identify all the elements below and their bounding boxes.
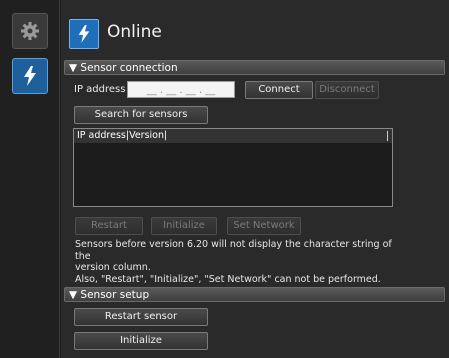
header-lightning-icon xyxy=(69,19,99,49)
ip-address-label: IP address xyxy=(74,84,126,95)
version-note-line-2: version column. xyxy=(75,262,151,273)
settings-button[interactable] xyxy=(12,13,48,49)
sensor-setup-section-header[interactable]: ▼ Sensor setup xyxy=(64,287,445,302)
sensor-connection-section-header[interactable]: ▼ Sensor connection xyxy=(64,60,445,75)
search-for-sensors-button[interactable]: Search for sensors xyxy=(74,106,208,124)
sensor-list-header: IP address|Version| xyxy=(74,129,392,143)
set-network-button[interactable]: Set Network xyxy=(227,217,301,235)
initialize-button[interactable]: Initialize xyxy=(151,217,217,235)
sensor-list-header-label: IP address|Version| xyxy=(77,130,168,141)
gear-icon xyxy=(21,22,39,40)
sidebar xyxy=(0,0,60,358)
connect-button[interactable]: Connect xyxy=(245,81,313,99)
column-resize-handle[interactable] xyxy=(387,131,388,141)
version-note-line-3: Also, "Restart", "Initialize", "Set Netw… xyxy=(75,273,381,285)
page-title: Online xyxy=(107,22,162,42)
ip-address-input[interactable]: __ . __ . __ . __ xyxy=(127,81,235,98)
main-panel: Online ▼ Sensor connection IP address __… xyxy=(61,0,449,358)
lightning-icon xyxy=(24,66,36,86)
restart-sensor-button[interactable]: Restart sensor xyxy=(74,308,208,326)
sensor-list[interactable]: IP address|Version| xyxy=(73,128,393,207)
online-nav-button[interactable] xyxy=(12,58,48,94)
setup-initialize-button[interactable]: Initialize xyxy=(74,332,208,350)
header: Online xyxy=(61,10,449,54)
restart-button[interactable]: Restart xyxy=(75,217,143,235)
version-note-line-1: Sensors before version 6.20 will not dis… xyxy=(75,239,392,262)
version-note: Sensors before version 6.20 will not dis… xyxy=(75,239,405,285)
disconnect-button[interactable]: Disconnect xyxy=(315,81,379,99)
